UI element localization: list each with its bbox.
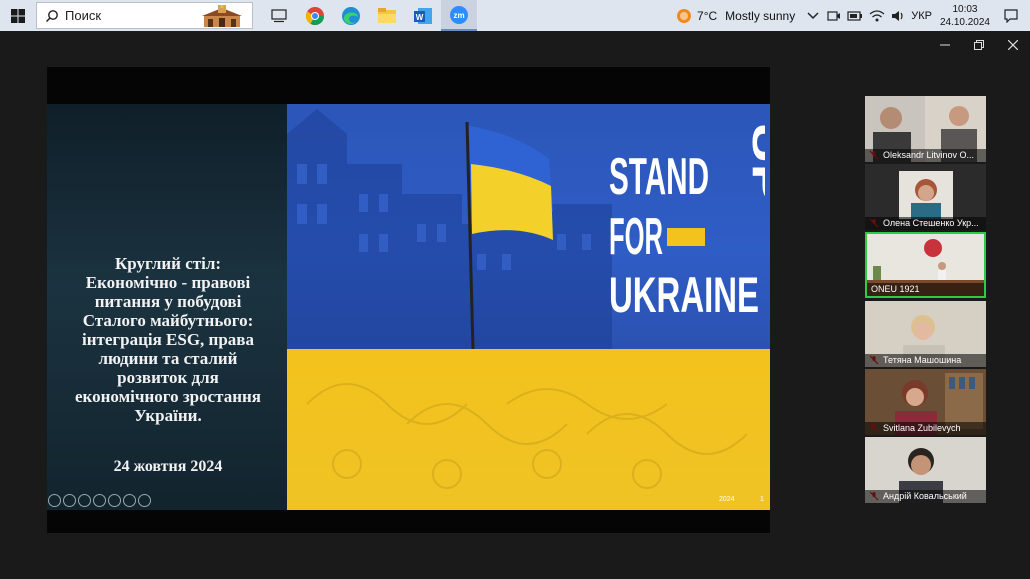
slide-date: 24 жовтня 2024 — [113, 458, 223, 475]
slide-image: STAND FOR UKRAINE UP 2024 1 — [287, 104, 770, 510]
file-explorer-icon[interactable] — [369, 0, 405, 31]
participant-name: Тетяна Машошина — [865, 354, 986, 367]
slide-title: Круглий стіл: Економічно - правові питан… — [55, 254, 281, 425]
participant-tile[interactable]: Олена Стешенко Укр... — [865, 164, 986, 230]
slide-title-line: питання у побудові — [94, 292, 242, 311]
chevron-down-icon[interactable] — [807, 11, 819, 20]
camera-icon[interactable] — [108, 494, 121, 507]
shared-screen: Круглий стіл: Економічно - правові питан… — [47, 67, 770, 533]
taskbar-search-box[interactable]: Поиск — [36, 2, 253, 29]
slide-footer-year: 2024 — [719, 496, 735, 503]
slide-title-line: економічного зростання — [75, 387, 261, 406]
zoom-taskbar-icon[interactable]: zm — [441, 0, 477, 31]
windows-start-icon[interactable] — [0, 0, 36, 31]
clock-date: 24.10.2024 — [939, 16, 990, 28]
logo-line: UKRAINE — [609, 267, 759, 323]
svg-text:W: W — [416, 13, 424, 22]
slide-title-line: розвиток для — [117, 368, 219, 387]
meet-now-icon[interactable] — [827, 9, 841, 23]
slide-title-line: України. — [134, 406, 202, 425]
participant-name: Олена Стешенко Укр... — [865, 217, 986, 230]
participant-tile[interactable]: Андрій Ковальський — [865, 437, 986, 503]
participant-tile[interactable]: Тетяна Машошина — [865, 301, 986, 367]
slide-title-line: Круглий стіл: — [114, 254, 222, 273]
presentation-slide: Круглий стіл: Економічно - правові питан… — [47, 104, 770, 510]
weather-description[interactable]: Mostly sunny — [725, 9, 795, 23]
logo-line: UP — [744, 122, 765, 202]
minimize-icon[interactable] — [928, 31, 962, 59]
svg-text:zm: zm — [453, 11, 464, 20]
word-icon[interactable]: W — [405, 0, 441, 31]
previous-slide-icon[interactable] — [48, 494, 61, 507]
clock[interactable]: 10:03 24.10.2024 — [940, 3, 990, 29]
participant-name: Андрій Ковальський — [865, 490, 986, 503]
slide-page-number: 1 — [760, 496, 764, 503]
zoom-in-icon[interactable] — [78, 494, 91, 507]
volume-icon[interactable] — [891, 9, 905, 23]
edge-icon[interactable] — [333, 0, 369, 31]
slide-title-line: Сталого майбутнього: — [82, 311, 254, 330]
search-label: Поиск — [65, 8, 102, 23]
task-view-icon[interactable] — [261, 0, 297, 31]
weather-temperature: 7°C — [697, 8, 718, 23]
notification-icon[interactable] — [1004, 8, 1018, 23]
close-icon[interactable] — [996, 31, 1030, 59]
participant-tile[interactable]: Oleksandr Litvinov O... — [865, 96, 986, 162]
taskbar: Поиск W zm 7°C Mostly sunny УКР 10:03 24… — [0, 0, 1030, 31]
chrome-icon[interactable] — [297, 0, 333, 31]
participant-name: ONEU 1921 — [867, 283, 984, 296]
search-icon — [45, 9, 58, 22]
participant-tile[interactable]: Svitlana Zubilevych — [865, 369, 986, 435]
slide-title-line: людини та сталий — [98, 349, 238, 368]
slide-title-line: інтеграція ESG, права — [81, 330, 254, 349]
pen-icon[interactable] — [63, 494, 76, 507]
subtitles-icon[interactable] — [93, 494, 106, 507]
input-language[interactable]: УКР — [911, 10, 932, 22]
more-options-icon[interactable] — [123, 494, 136, 507]
slideshow-toolbar — [48, 494, 151, 507]
zoom-meeting-window: Круглий стіл: Економічно - правові питан… — [0, 31, 1030, 579]
participant-name: Oleksandr Litvinov O... — [865, 149, 986, 162]
slide-title-line: Економічно - правові — [85, 273, 251, 292]
search-highlight-icon — [202, 5, 242, 27]
weather-sun-icon — [677, 8, 692, 23]
participant-name: Svitlana Zubilevych — [865, 422, 986, 435]
next-slide-icon[interactable] — [138, 494, 151, 507]
window-controls — [928, 31, 1030, 59]
clock-time: 10:03 — [952, 3, 978, 15]
participant-tile-active-speaker[interactable]: ONEU 1921 — [865, 232, 986, 298]
battery-icon[interactable] — [847, 10, 863, 22]
wifi-icon[interactable] — [869, 9, 885, 23]
slide-title-panel: Круглий стіл: Економічно - правові питан… — [47, 104, 287, 510]
stand-up-for-ukraine-logo: STAND FOR UKRAINE UP — [609, 122, 765, 323]
system-tray: 7°C Mostly sunny УКР 10:03 24.10.2024 — [675, 0, 1030, 31]
logo-line: FOR — [609, 208, 663, 266]
logo-line: STAND — [609, 148, 709, 206]
restore-icon[interactable] — [962, 31, 996, 59]
